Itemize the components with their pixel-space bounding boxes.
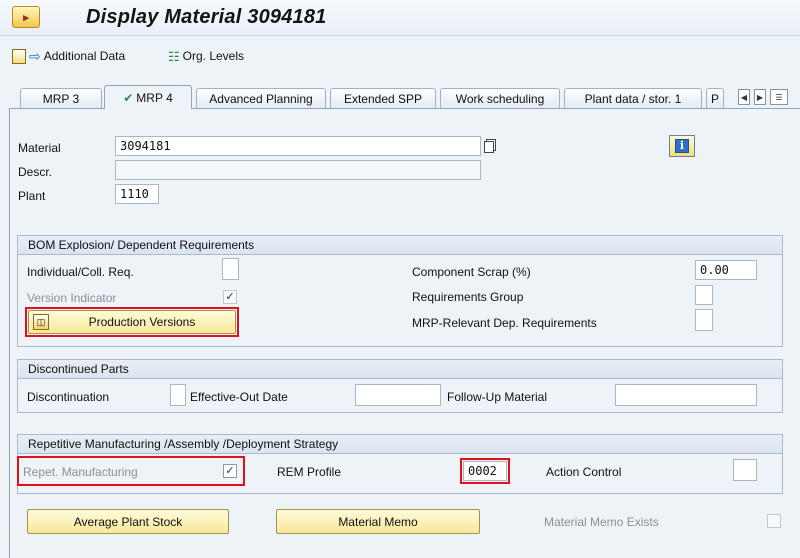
effective-out-date-label: Effective-Out Date: [190, 390, 288, 404]
material-memo-exists-checkbox[interactable]: [767, 514, 781, 528]
tab-check-icon: ✔: [123, 90, 134, 105]
material-field[interactable]: 3094181: [115, 136, 481, 156]
action-control-field[interactable]: [733, 459, 757, 481]
org-structure-icon: ☷: [168, 48, 180, 64]
info-icon: i: [675, 139, 689, 153]
tab-mrp-4[interactable]: ✔ MRP 4: [104, 85, 192, 109]
arrow-right-icon: ⇨: [29, 48, 41, 64]
mrp-relevant-label: MRP-Relevant Dep. Requirements: [412, 316, 597, 330]
individual-coll-req-field[interactable]: [222, 258, 239, 280]
rem-profile-label: REM Profile: [277, 465, 342, 479]
repet-manufacturing-checkbox[interactable]: ✓: [223, 464, 237, 478]
versions-icon: ◫: [33, 314, 49, 330]
component-scrap-field[interactable]: 0.00: [695, 260, 757, 280]
follow-up-material-field[interactable]: [615, 384, 757, 406]
additional-data-label: Additional Data: [43, 49, 126, 63]
material-memo-exists-label: Material Memo Exists: [544, 515, 659, 529]
repet-manufacturing-label: Repet. Manufacturing: [23, 465, 138, 479]
individual-coll-req-label: Individual/Coll. Req.: [27, 265, 134, 279]
descr-label: Descr.: [18, 165, 53, 179]
discontinuation-label: Discontinuation: [27, 390, 110, 404]
version-indicator-checkbox[interactable]: ✓: [223, 290, 237, 304]
window-title: Display Material 3094181: [86, 6, 327, 28]
rem-profile-field[interactable]: 0002: [463, 461, 507, 481]
info-button[interactable]: i: [669, 135, 695, 157]
follow-up-material-label: Follow-Up Material: [447, 390, 548, 404]
discontinued-group-title: Discontinued Parts: [18, 360, 782, 379]
discontinuation-field[interactable]: [170, 384, 186, 406]
tab-list-icon[interactable]: ☰: [770, 89, 788, 105]
repetitive-group-title: Repetitive Manufacturing /Assembly /Depl…: [18, 435, 782, 454]
material-memo-button[interactable]: Material Memo: [276, 509, 480, 534]
mrp-relevant-field[interactable]: [695, 309, 713, 331]
component-scrap-label: Component Scrap (%): [412, 265, 531, 279]
action-control-label: Action Control: [546, 465, 622, 479]
org-levels-button[interactable]: ☷ Org. Levels: [168, 47, 244, 65]
sap-icon[interactable]: ▸: [12, 6, 40, 28]
version-indicator-label: Version Indicator: [27, 291, 117, 305]
plant-field[interactable]: 1110: [115, 184, 159, 204]
bom-group-title: BOM Explosion/ Dependent Requirements: [18, 236, 782, 255]
effective-out-date-field[interactable]: [355, 384, 441, 406]
additional-data-button[interactable]: ⇨ Additional Data: [12, 47, 125, 65]
material-label: Material: [18, 141, 61, 155]
copy-icon[interactable]: [484, 141, 494, 153]
document-icon: [12, 48, 26, 64]
tab-p[interactable]: P: [706, 88, 724, 108]
plant-label: Plant: [18, 189, 46, 203]
tab-mrp-3[interactable]: MRP 3: [20, 88, 102, 108]
average-plant-stock-button[interactable]: Average Plant Stock: [27, 509, 229, 534]
tab-advanced-planning[interactable]: Advanced Planning: [196, 88, 326, 108]
requirements-group-field[interactable]: [695, 285, 713, 305]
org-levels-label: Org. Levels: [182, 49, 245, 63]
tab-plant-data-stor-1[interactable]: Plant data / stor. 1: [564, 88, 702, 108]
requirements-group-label: Requirements Group: [412, 290, 524, 304]
tab-work-scheduling[interactable]: Work scheduling: [440, 88, 560, 108]
tab-scroll-left-icon[interactable]: ◀: [738, 89, 750, 105]
descr-field[interactable]: [115, 160, 481, 180]
tab-scroll-right-icon[interactable]: ▶: [754, 89, 766, 105]
tab-extended-spp[interactable]: Extended SPP: [330, 88, 436, 108]
production-versions-button[interactable]: ◫ Production Versions: [28, 310, 236, 334]
